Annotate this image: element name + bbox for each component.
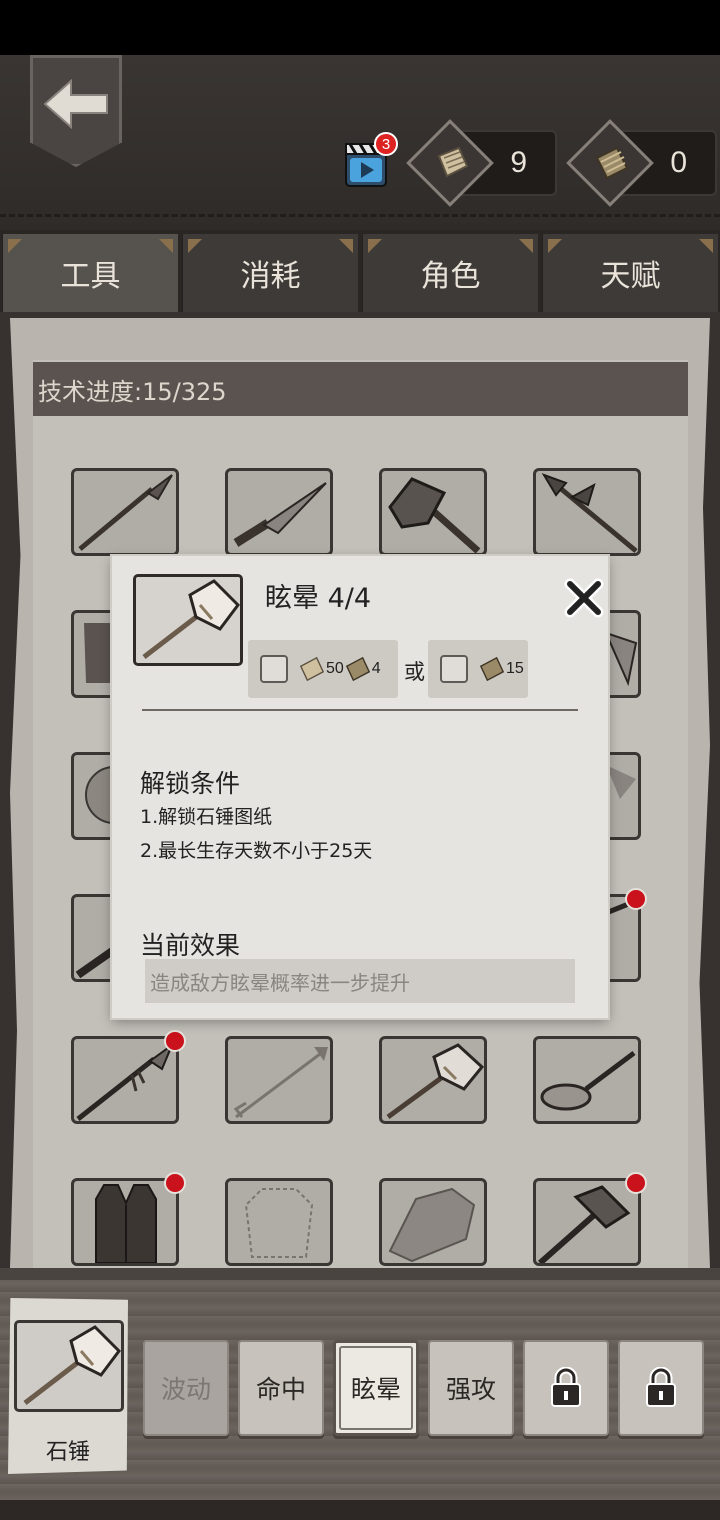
stone-hammer-icon xyxy=(23,1325,121,1405)
bottom-bar-foot xyxy=(0,1500,720,1520)
leather-vest-icon xyxy=(95,1184,157,1263)
tab-corner xyxy=(188,239,202,253)
cost-option-1-checkbox[interactable] xyxy=(260,655,288,683)
skill-label: 波动 xyxy=(160,1375,211,1404)
frying-pan-icon xyxy=(540,1051,636,1111)
tech-detail-modal: 眩晕 4/4 50 4 或 15 解锁条件 1.解锁石锤图纸 2.最长生存天数不… xyxy=(112,556,608,1018)
cost-option-2-checkbox[interactable] xyxy=(440,655,468,683)
tech-slot-battle-axe[interactable] xyxy=(533,1178,641,1266)
modal-title: 眩晕 4/4 xyxy=(265,583,372,614)
cost-scroll-amount: 15 xyxy=(506,660,524,677)
tech-slot-stone[interactable] xyxy=(379,1178,487,1266)
spear-icon xyxy=(78,474,173,551)
status-bar xyxy=(0,0,720,55)
blueprint-scroll-icon xyxy=(479,656,505,682)
tab-corner xyxy=(519,239,533,253)
selected-item-name: 石锤 xyxy=(45,1440,90,1465)
arrow-icon xyxy=(233,1047,328,1119)
stone-hammer-icon xyxy=(142,579,240,659)
skill-button-wave[interactable]: 波动 xyxy=(143,1340,229,1436)
tech-progress: 技术进度:15/325 xyxy=(33,362,688,416)
tab-tools[interactable]: 工具 xyxy=(2,234,178,312)
cost-paper-amount: 50 xyxy=(326,660,344,677)
tech-slot-vest[interactable] xyxy=(71,1178,179,1266)
skill-label: 强攻 xyxy=(445,1375,496,1404)
new-indicator-dot xyxy=(164,1030,186,1052)
skill-button-hit[interactable]: 命中 xyxy=(238,1340,324,1436)
tab-corner xyxy=(548,239,562,253)
modal-divider xyxy=(142,709,578,711)
video-badge: 3 xyxy=(374,132,398,156)
bottom-bar-edge xyxy=(0,1268,720,1280)
selected-item-card[interactable]: 石锤 xyxy=(8,1298,128,1474)
skill-button-locked-1[interactable] xyxy=(523,1340,609,1436)
dagger-icon xyxy=(233,482,327,547)
blueprint-paper-icon xyxy=(437,146,469,178)
condition-line: 2.最长生存天数不小于25天 xyxy=(140,840,373,862)
lock-icon xyxy=(646,1367,676,1407)
battle-axe-icon xyxy=(538,1185,631,1263)
header-stitch xyxy=(0,214,720,217)
tech-slot-halberd[interactable] xyxy=(533,468,641,556)
blueprint-scroll-icon xyxy=(345,656,370,682)
currency-blueprint-scroll: 0 xyxy=(566,119,719,207)
cost-scroll-amount: 4 xyxy=(371,660,381,677)
tab-corner xyxy=(8,239,22,253)
tab-character[interactable]: 角色 xyxy=(362,234,538,312)
new-indicator-dot xyxy=(625,1172,647,1194)
or-label: 或 xyxy=(404,660,425,684)
stone-hammer-icon xyxy=(386,1043,484,1120)
tab-corner xyxy=(339,239,353,253)
tech-slot-stone-hammer[interactable] xyxy=(379,1036,487,1124)
cost-option-1[interactable]: 50 4 xyxy=(248,640,398,698)
tech-slot-spear[interactable] xyxy=(71,468,179,556)
shirt-outline-icon xyxy=(244,1188,314,1258)
tab-corner xyxy=(368,239,382,253)
tech-slot-pan[interactable] xyxy=(533,1036,641,1124)
back-arrow-icon xyxy=(43,79,108,129)
tech-slot-shirt[interactable] xyxy=(225,1178,333,1266)
selected-item-image xyxy=(14,1320,124,1412)
skill-label: 眩晕 xyxy=(350,1375,401,1404)
tab-corner xyxy=(699,239,713,253)
tab-label: 消耗 xyxy=(240,259,301,294)
stone-axe-icon xyxy=(388,477,481,553)
skill-button-power-attack[interactable]: 强攻 xyxy=(428,1340,514,1436)
tech-slot-stone-axe[interactable] xyxy=(379,468,487,556)
lock-icon xyxy=(551,1367,581,1407)
current-effect-text: 造成敌方眩晕概率进一步提升 xyxy=(145,959,575,1003)
skill-button-stun[interactable]: 眩晕 xyxy=(333,1340,419,1436)
new-indicator-dot xyxy=(164,1172,186,1194)
cost-option-2[interactable]: 15 xyxy=(428,640,528,698)
tech-slot-dagger[interactable] xyxy=(225,468,333,556)
blueprint-scroll-icon xyxy=(595,146,629,180)
tech-slot-arrow[interactable] xyxy=(225,1036,333,1124)
tab-corner xyxy=(159,239,173,253)
close-icon[interactable] xyxy=(564,578,604,618)
tab-label: 天赋 xyxy=(600,259,661,294)
condition-line: 1.解锁石锤图纸 xyxy=(140,806,273,828)
tab-label: 角色 xyxy=(420,259,481,294)
blueprint-paper-icon xyxy=(299,656,325,682)
new-indicator-dot xyxy=(625,888,647,910)
tab-label: 工具 xyxy=(60,259,121,294)
current-effect-title: 当前效果 xyxy=(140,931,241,960)
tab-consumables[interactable]: 消耗 xyxy=(182,234,358,312)
tech-slot-bone-spear[interactable] xyxy=(71,1036,179,1124)
halberd-icon xyxy=(541,473,638,553)
tab-talent[interactable]: 天赋 xyxy=(542,234,718,312)
skill-button-locked-2[interactable] xyxy=(618,1340,704,1436)
modal-item-image xyxy=(133,574,243,666)
skill-label: 命中 xyxy=(255,1375,306,1404)
tab-bar: 工具 消耗 角色 天赋 xyxy=(0,230,720,312)
bone-spear-icon xyxy=(76,1042,175,1121)
currency-blueprint-paper: 9 xyxy=(406,119,559,207)
unlock-conditions-title: 解锁条件 xyxy=(140,769,241,798)
stone-icon xyxy=(388,1187,476,1263)
